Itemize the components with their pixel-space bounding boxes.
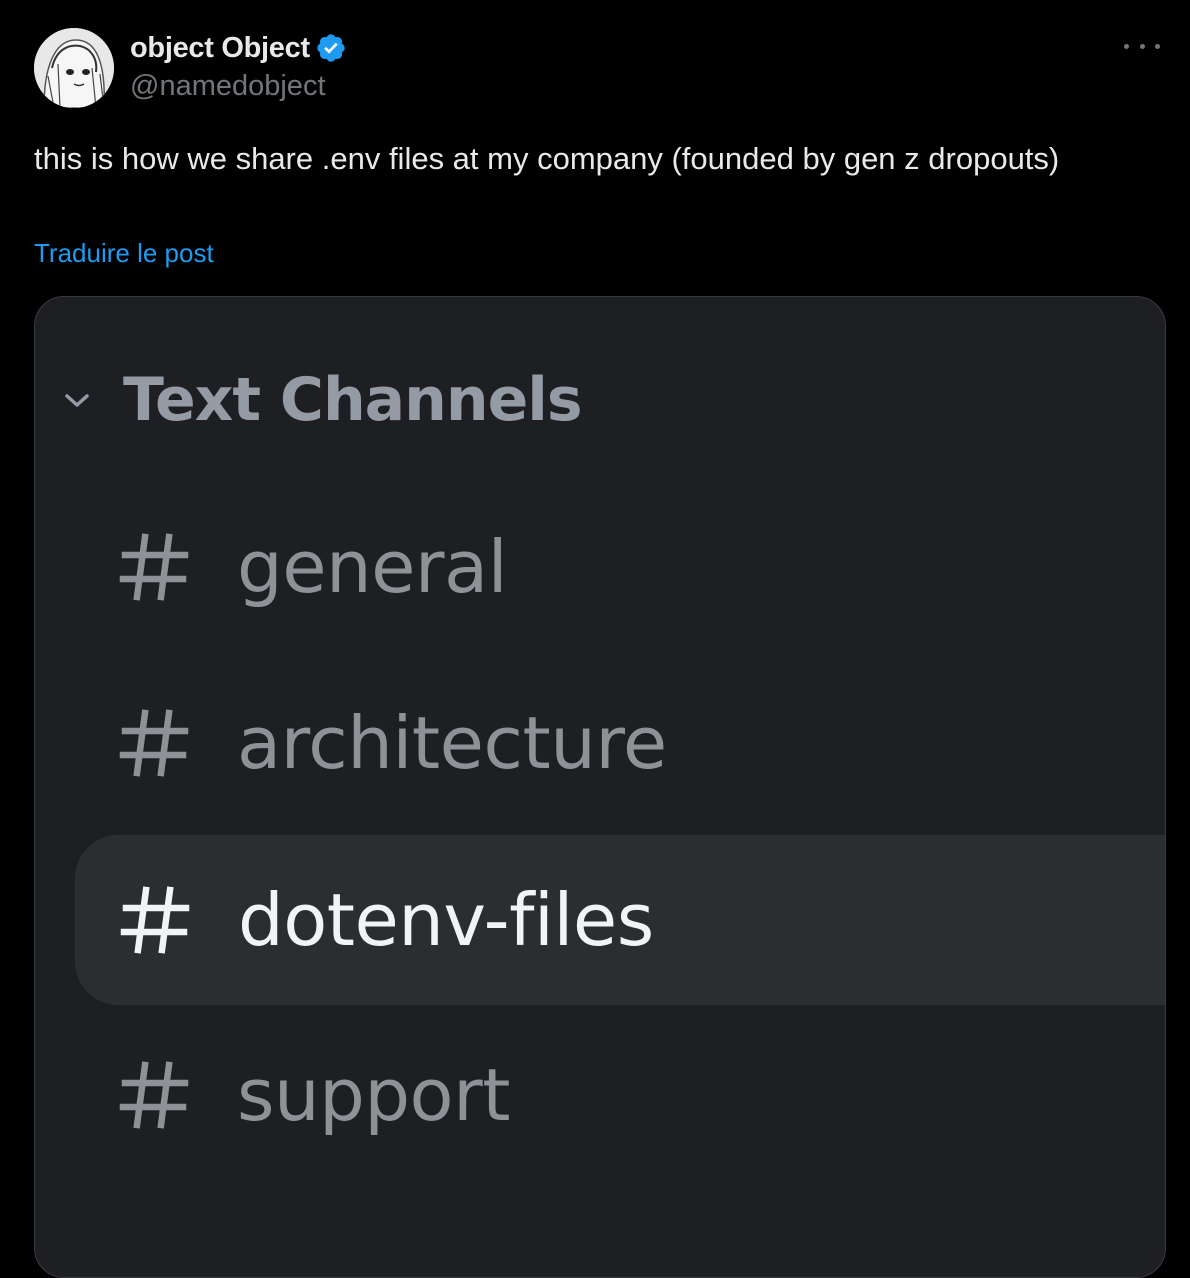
dot	[1155, 43, 1160, 49]
name-row: object Object	[130, 30, 347, 66]
more-options-icon[interactable]	[1124, 36, 1160, 56]
handle[interactable]: @namedobject	[130, 70, 347, 103]
channel-architecture: architecture	[75, 659, 1165, 827]
avatar-image	[34, 28, 114, 108]
display-name[interactable]: object Object	[130, 32, 310, 65]
avatar[interactable]	[34, 28, 114, 108]
channel-name: general	[237, 525, 508, 609]
hashtag-icon	[120, 886, 190, 954]
translate-link[interactable]: Traduire le post	[34, 238, 214, 269]
channel-support: support	[75, 1011, 1165, 1179]
channel-dotenv-files: dotenv-files	[75, 835, 1165, 1005]
hashtag-icon	[119, 709, 189, 777]
chevron-down-icon	[65, 394, 89, 407]
dot	[1139, 43, 1145, 49]
category-label: Text Channels	[123, 365, 583, 435]
channel-name: support	[237, 1053, 510, 1137]
tweet-text: this is how we share .env files at my co…	[34, 141, 1060, 176]
channel-category: Text Channels	[57, 365, 583, 435]
author-block: object Object @namedobject	[130, 30, 347, 103]
tweet: object Object @namedobject this is how w…	[0, 0, 1190, 1278]
channel-name: architecture	[237, 701, 667, 785]
media-image[interactable]: Text Channels general architecture doten…	[34, 296, 1166, 1278]
dot	[1124, 43, 1129, 49]
hashtag-icon	[119, 533, 189, 601]
channel-general: general	[75, 483, 1165, 651]
channel-name: dotenv-files	[238, 878, 654, 962]
verified-badge-icon[interactable]	[315, 32, 347, 64]
hashtag-icon	[119, 1061, 189, 1129]
